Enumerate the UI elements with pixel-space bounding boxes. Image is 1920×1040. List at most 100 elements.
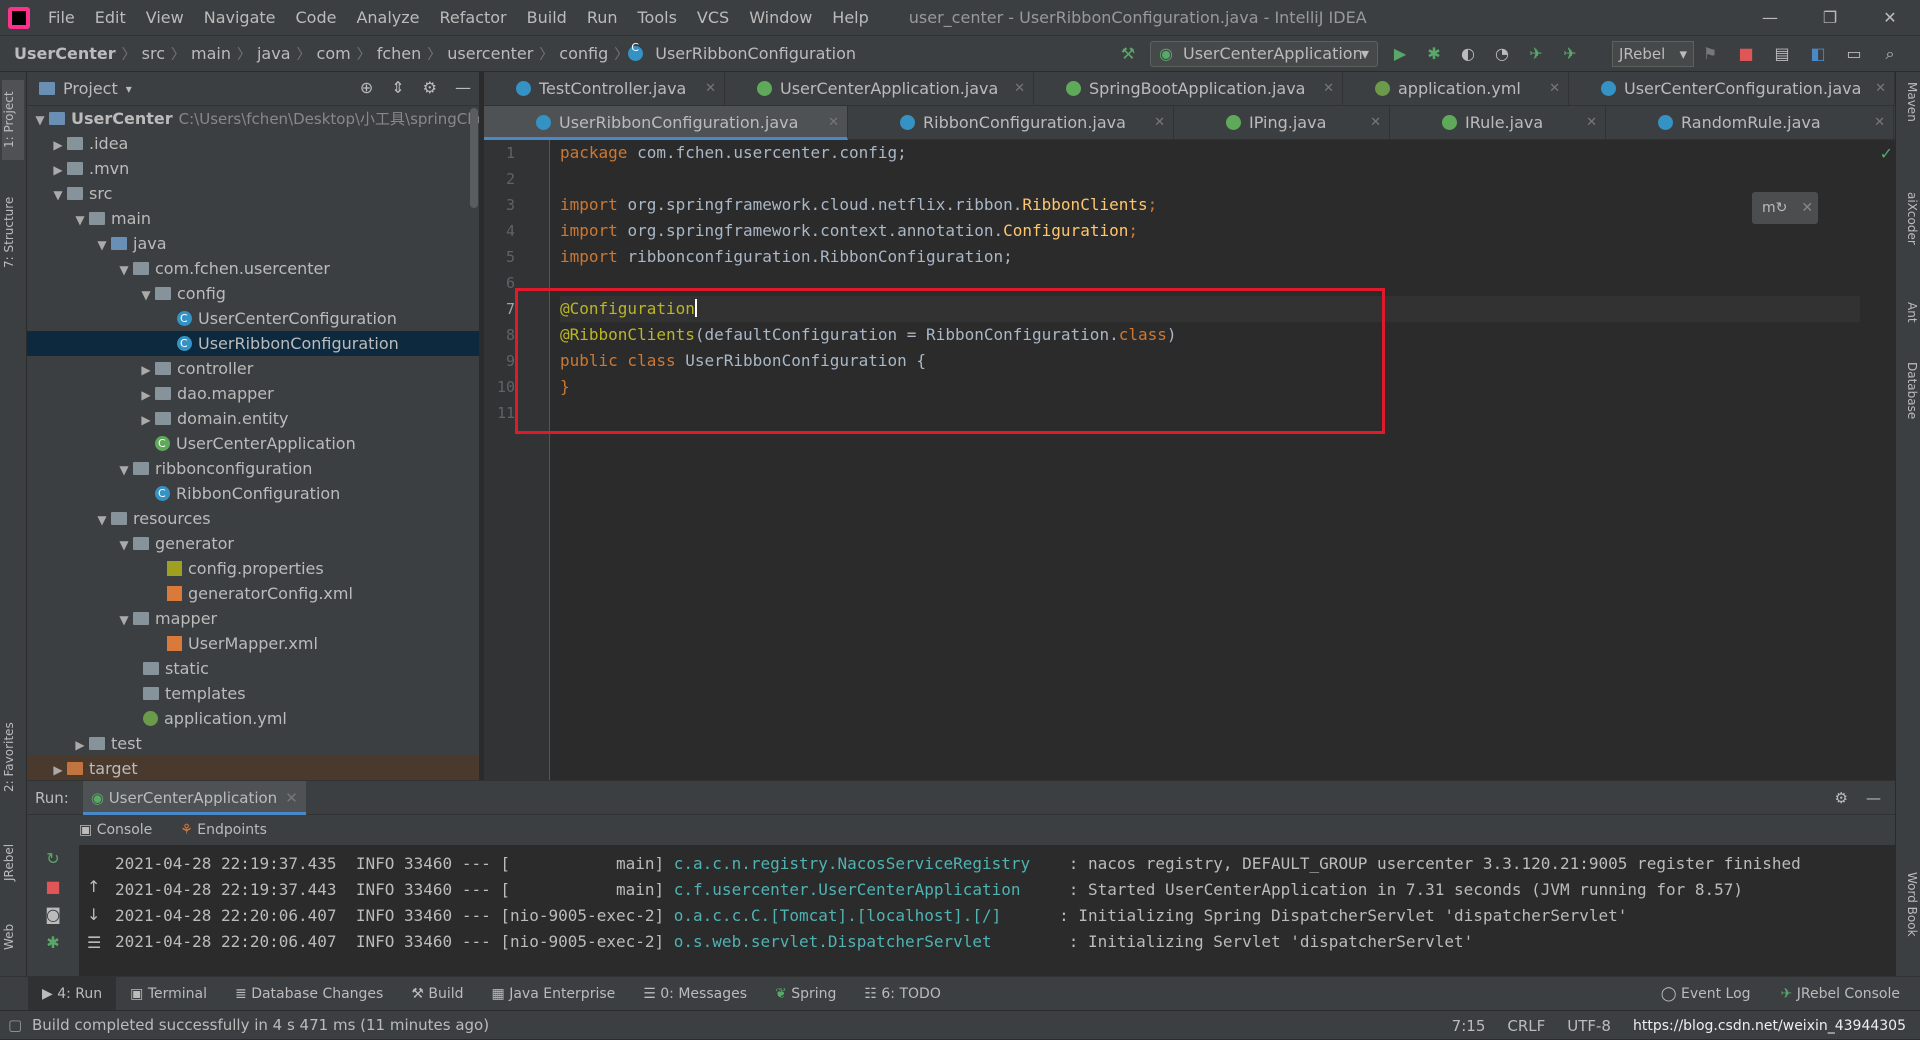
caret-position[interactable]: 7:15	[1452, 1017, 1486, 1035]
maven-reload-hint[interactable]: m↻ ✕	[1752, 192, 1818, 224]
inspection-ok-icon[interactable]: ✓	[1880, 144, 1893, 163]
expanded-arrow-icon[interactable]: ▼	[115, 458, 133, 483]
ant-tool-tab[interactable]: Ant	[1899, 302, 1919, 342]
tree-item[interactable]: UserMapper.xml	[27, 631, 479, 656]
close-icon[interactable]: ✕	[1875, 72, 1886, 106]
expanded-arrow-icon[interactable]: ▼	[71, 208, 89, 233]
menu-navigate[interactable]: Navigate	[194, 0, 286, 36]
gear-icon[interactable]: ⚙	[1835, 789, 1848, 807]
editor-tab[interactable]: TestController.java ✕	[484, 72, 725, 106]
aixcoder-tool-tab[interactable]: aiXcoder	[1899, 192, 1919, 282]
close-icon[interactable]: ✕	[1154, 106, 1165, 140]
tree-item[interactable]: ▶ .mvn	[27, 156, 479, 181]
gear-icon[interactable]: ⚙	[423, 78, 437, 97]
close-icon[interactable]: ✕	[1323, 72, 1334, 106]
chevron-down-icon[interactable]: ▾	[126, 82, 132, 96]
close-icon[interactable]: ✕	[705, 72, 716, 106]
expanded-arrow-icon[interactable]: ▼	[49, 183, 67, 208]
search-icon[interactable]: ⌕	[1880, 44, 1900, 64]
jrebel-tool-tab[interactable]: JRebel	[2, 832, 24, 892]
camera-icon[interactable]: ◙	[27, 901, 79, 929]
tree-item[interactable]: UserCenterConfiguration	[27, 306, 479, 331]
editor-tab[interactable]: RandomRule.java ✕	[1606, 106, 1894, 140]
editor-tab-active[interactable]: UserRibbonConfiguration.java ✕	[484, 106, 848, 140]
build-hammer-icon[interactable]: ⚒	[1118, 44, 1138, 64]
editor-tab[interactable]: IRule.java ✕	[1390, 106, 1606, 140]
translate-icon[interactable]: ◧	[1808, 44, 1828, 64]
profile-icon[interactable]: ◔	[1492, 44, 1512, 64]
arrow-down-icon[interactable]: ↓	[87, 905, 109, 933]
expanded-arrow-icon[interactable]: ▼	[93, 233, 111, 258]
collapsed-arrow-icon[interactable]: ▶	[49, 133, 67, 158]
breadcrumb-project[interactable]: UserCenter	[0, 44, 122, 63]
spring-tool-tab[interactable]: ❦ Spring	[761, 986, 850, 1002]
collapsed-arrow-icon[interactable]: ▶	[137, 408, 155, 433]
console-tab[interactable]: ▣ Console	[79, 822, 152, 838]
tree-item[interactable]: ▼ mapper	[27, 606, 479, 631]
tree-item[interactable]: ▶ dao.mapper	[27, 381, 479, 406]
structure-tool-tab[interactable]: 7: Structure	[2, 182, 24, 282]
run-config-tab[interactable]: ◉ UserCenterApplication ✕	[82, 780, 306, 815]
close-icon[interactable]: ✕	[1874, 106, 1885, 140]
editor-tab[interactable]: UserCenterApplication.java ✕	[725, 72, 1034, 106]
console-output[interactable]: 2021-04-28 22:19:37.435 INFO 33460 --- […	[115, 851, 1895, 977]
coverage-icon[interactable]: ◐	[1458, 44, 1478, 64]
tree-item[interactable]: ▶ domain.entity	[27, 406, 479, 431]
tree-item[interactable]: ▶ controller	[27, 356, 479, 381]
close-window-icon[interactable]: ✕	[1860, 0, 1920, 36]
menu-code[interactable]: Code	[286, 0, 347, 36]
restore-icon[interactable]: ❐	[1800, 0, 1860, 36]
tree-item[interactable]: config.properties	[27, 556, 479, 581]
tree-item[interactable]: ▶ .idea	[27, 131, 479, 156]
tree-item[interactable]: UserCenterApplication	[27, 431, 479, 456]
menu-run[interactable]: Run	[577, 0, 628, 36]
breadcrumb-main[interactable]: main	[185, 44, 237, 63]
tree-item[interactable]: ▶ target	[27, 756, 479, 780]
database-changes-tool-tab[interactable]: ≣ Database Changes	[221, 986, 397, 1002]
close-icon[interactable]: ✕	[1801, 200, 1813, 216]
tree-root[interactable]: ▼ UserCenter C:\Users\fchen\Desktop\小工具\sp…	[27, 106, 479, 131]
breadcrumb-com[interactable]: com	[311, 44, 357, 63]
terminal-tool-tab[interactable]: ▣ Terminal	[116, 986, 221, 1002]
close-icon[interactable]: ✕	[285, 789, 298, 807]
editor-tab[interactable]: IPing.java ✕	[1174, 106, 1390, 140]
menu-analyze[interactable]: Analyze	[346, 0, 429, 36]
rerun-icon[interactable]: ⚑	[1700, 44, 1720, 64]
collapsed-arrow-icon[interactable]: ▶	[49, 758, 67, 780]
hide-icon[interactable]: —	[455, 78, 471, 97]
breadcrumb-config[interactable]: config	[553, 44, 614, 63]
arrow-up-icon[interactable]: ↑	[87, 877, 109, 905]
debug-icon[interactable]: ✱	[1424, 44, 1444, 64]
locate-icon[interactable]: ⊕	[360, 78, 373, 97]
expanded-arrow-icon[interactable]: ▼	[31, 108, 49, 133]
tree-item[interactable]: ▼ java	[27, 231, 479, 256]
project-tool-tab[interactable]: 1: Project	[2, 80, 24, 160]
menu-edit[interactable]: Edit	[85, 0, 136, 36]
soft-wrap-icon[interactable]: ☰	[87, 933, 109, 961]
run-configuration-dropdown[interactable]: ◉ UserCenterApplication ▾	[1150, 41, 1378, 67]
web-tool-tab[interactable]: Web	[2, 912, 24, 962]
jrebel-run-icon[interactable]: ✈	[1526, 44, 1546, 64]
expanded-arrow-icon[interactable]: ▼	[115, 608, 133, 633]
menu-build[interactable]: Build	[517, 0, 577, 36]
menu-window[interactable]: Window	[739, 0, 822, 36]
tree-item[interactable]: templates	[27, 681, 479, 706]
stop-icon[interactable]: ■	[1736, 44, 1756, 64]
tree-item[interactable]: ▼ resources	[27, 506, 479, 531]
code-line[interactable]	[560, 166, 1860, 192]
hide-icon[interactable]: —	[1866, 789, 1881, 807]
event-log-tab[interactable]: ◯ Event Log	[1661, 986, 1751, 1002]
tool-windows-toggle-icon[interactable]: ▢	[8, 1016, 22, 1034]
stop-icon[interactable]: ■	[27, 873, 79, 901]
breadcrumb-class[interactable]: UserRibbonConfiguration	[649, 44, 862, 63]
rerun-icon[interactable]: ↻	[27, 845, 79, 873]
expanded-arrow-icon[interactable]: ▼	[137, 283, 155, 308]
tree-item-selected[interactable]: UserRibbonConfiguration	[27, 331, 479, 356]
project-panel-title[interactable]: Project	[63, 79, 118, 98]
close-icon[interactable]: ✕	[1549, 72, 1560, 106]
collapse-all-icon[interactable]: ⇕	[391, 78, 404, 97]
tree-item[interactable]: ▼ com.fchen.usercenter	[27, 256, 479, 281]
tree-item[interactable]: ▼ src	[27, 181, 479, 206]
line-separator[interactable]: CRLF	[1507, 1017, 1545, 1035]
breadcrumb-java[interactable]: java	[251, 44, 297, 63]
